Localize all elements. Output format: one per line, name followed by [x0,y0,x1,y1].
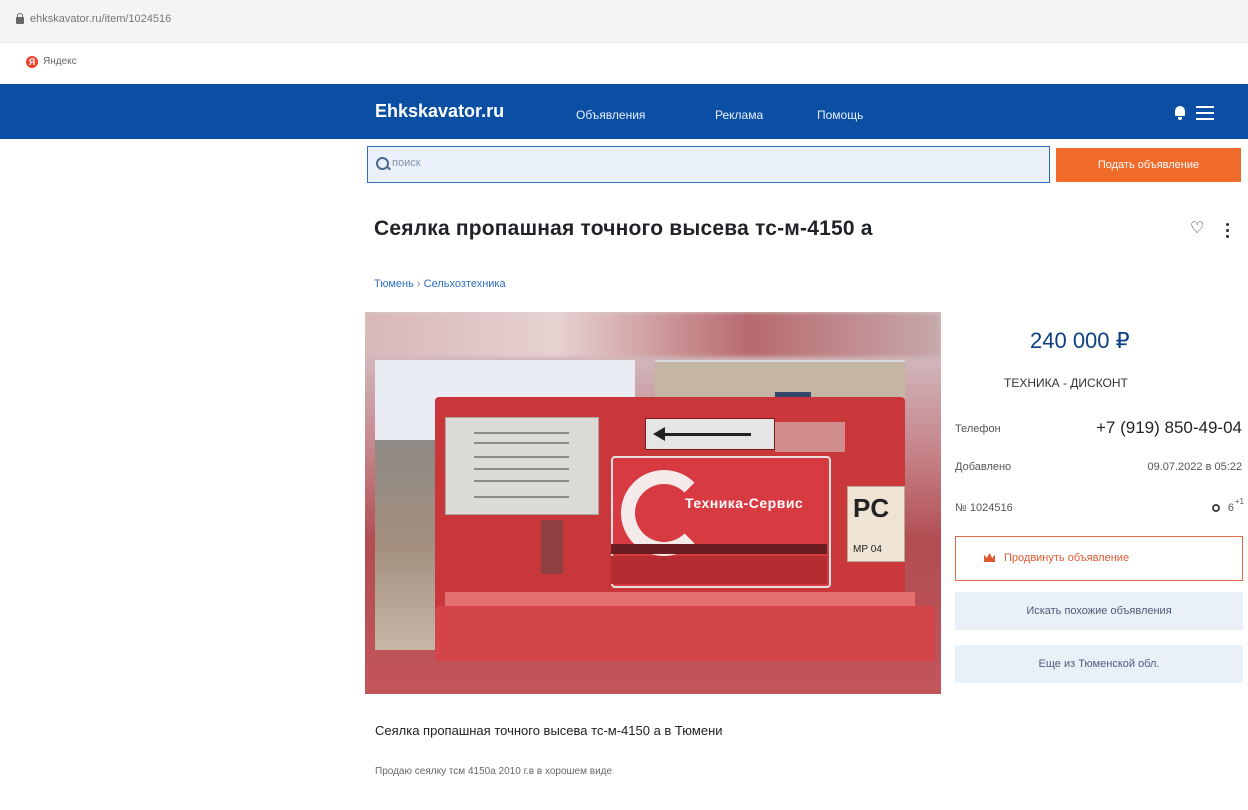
breadcrumb-separator: › [416,278,421,290]
more-from-region-button[interactable]: Еще из Тюменской обл. [955,645,1243,683]
similar-ads-button[interactable]: Искать похожие объявления [955,592,1243,630]
nav-help[interactable]: Помощь [817,108,863,122]
seller-name[interactable]: ТЕХНИКА - ДИСКОНТ [1004,376,1128,390]
photo-plate-mark: МР 04 [853,544,882,555]
price: 240 000 ₽ [1030,328,1130,353]
added-date: 09.07.2022 в 05:22 [1147,461,1242,473]
listing-description: Продаю сеялку тсм 4150а 2010 г.в в хорош… [375,766,613,777]
listing-photo[interactable]: Техника-Сервис PC МР 04 [365,312,941,694]
submit-ad-button[interactable]: Подать объявление [1056,148,1241,182]
added-label: Добавлено [955,461,1012,473]
photo-plate-brand: Техника-Сервис [685,495,804,511]
yandex-icon[interactable]: Я [26,56,38,68]
address-bar[interactable]: ehkskavator.ru/item/1024516 [0,0,1248,43]
search-icon [376,157,389,170]
phone-label: Телефон [955,423,1001,435]
bookmark-yandex[interactable]: Яндекс [43,56,77,67]
listing-subtitle: Сеялка пропашная точного высева тс-м-415… [375,723,723,738]
nav-advertising[interactable]: Реклама [715,108,763,122]
bell-icon[interactable] [1174,106,1186,120]
lock-icon [16,13,24,25]
bookmarks-bar [0,43,1248,83]
site-logo[interactable]: Ehkskavator.ru [375,101,504,122]
breadcrumb-category[interactable]: Сельхозтехника [424,278,506,290]
listing-number: № 1024516 [955,502,1013,514]
phone-number[interactable]: +7 (919) 850-49-04 [1024,418,1242,438]
promote-label[interactable]: Продвинуть объявление [1004,552,1129,564]
url-text[interactable]: ehkskavator.ru/item/1024516 [30,13,171,25]
breadcrumb-city[interactable]: Тюмень [374,278,414,290]
search-placeholder: поиск [392,157,421,169]
heart-icon[interactable]: ♡ [1190,221,1204,237]
views-delta: +1 [1234,497,1244,506]
breadcrumb: Тюмень › Сельхозтехника [374,278,506,290]
page-title: Сеялка пропашная точного высева тс-м-415… [374,217,873,240]
more-options-icon[interactable] [1226,223,1230,239]
eye-icon [1212,504,1220,512]
search-input[interactable] [367,146,1050,183]
nav-ads[interactable]: Объявления [576,108,645,122]
menu-icon[interactable] [1196,106,1214,120]
